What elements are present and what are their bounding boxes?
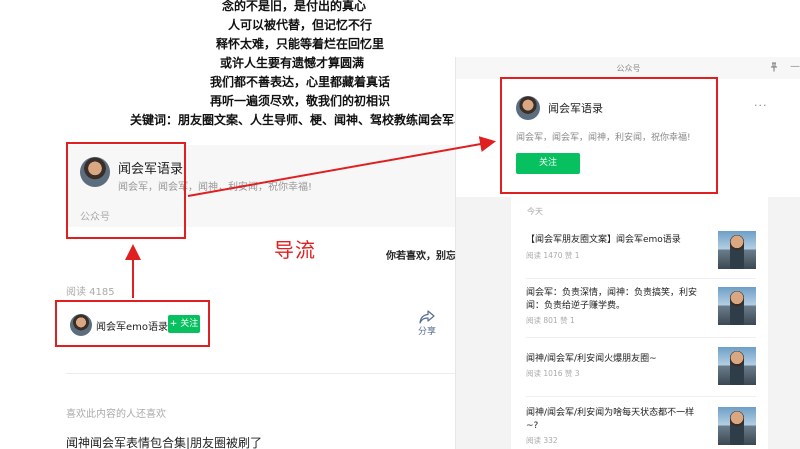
divider	[526, 337, 756, 338]
divider	[66, 373, 466, 374]
divider	[526, 396, 756, 397]
like-prompt-text: 你若喜欢，别忘	[386, 251, 456, 262]
pin-icon[interactable]	[769, 62, 779, 72]
article-keywords: 关键词：朋友圈文案、人生导师、梗、闻神、驾校教练闻会军、e	[130, 113, 475, 127]
list-item-meta: 阅读 332	[526, 436, 558, 445]
minimize-icon[interactable]: —	[790, 61, 800, 72]
list-item[interactable]: 闻会军：负责深情，闻神：负责搞笑，利安闻：负责给逆子赚学费。 阅读 801 赞 …	[526, 287, 756, 327]
article-feed: 今天 【闻会军朋友圈文案】闻会军emo语录 阅读 1470 赞 1 闻会军：负责…	[511, 197, 768, 449]
divider	[526, 278, 756, 279]
share-label: 分享	[417, 327, 436, 337]
list-item-meta: 阅读 1470 赞 1	[526, 251, 580, 260]
highlight-box	[55, 300, 210, 347]
article-line: 再听一遍须尽欢，敬我们的初相识	[210, 94, 391, 108]
read-count: 阅读 4185	[66, 287, 115, 298]
thumbnail	[718, 231, 756, 269]
list-item-meta: 阅读 801 赞 1	[526, 316, 575, 325]
share-icon	[419, 310, 435, 324]
highlight-box	[500, 77, 718, 194]
article-line: 念的不是旧，是付出的真心	[222, 0, 367, 13]
more-icon[interactable]: ···	[754, 99, 768, 112]
article-line: 人可以被代替，但记忆不行	[228, 18, 373, 32]
list-item-title: 【闻会军朋友圈文案】闻会军emo语录	[526, 235, 681, 245]
article-line: 释怀太难，只能等着烂在回忆里	[216, 37, 385, 51]
thumbnail	[718, 347, 756, 385]
section-heading: 喜欢此内容的人还喜欢	[66, 409, 166, 420]
thumbnail	[718, 287, 756, 325]
panel-title: 公众号	[616, 64, 641, 73]
list-item[interactable]: 【闻会军朋友圈文案】闻会军emo语录 阅读 1470 赞 1	[526, 231, 756, 271]
highlight-box	[66, 142, 186, 239]
thumbnail	[718, 407, 756, 445]
list-item[interactable]: 闻神/闻会军/利安闻为啥每天状态都不一样~? 阅读 332	[526, 407, 756, 447]
article-text-lines: 念的不是旧，是付出的真心 人可以被代替，但记忆不行 释怀太难，只能等着烂在回忆里…	[130, 0, 475, 130]
related-article-link[interactable]: 闻神闻会军表情包合集|朋友圈被刷了	[66, 434, 262, 449]
list-item-title: 闻神/闻会军/利安闻为啥每天状态都不一样~?	[526, 408, 695, 431]
date-label: 今天	[527, 207, 543, 216]
list-item[interactable]: 闻神/闻会军/利安闻火爆朋友圈~ 阅读 1016 赞 3	[526, 347, 756, 387]
article-line: 我们都不善表达，心里都藏着真话	[210, 75, 391, 89]
panel-header: 公众号 —	[456, 57, 800, 79]
article-line: 或许人生要有遗憾才算圆满	[220, 56, 365, 70]
list-item-title: 闻会军：负责深情，闻神：负责搞笑，利安闻：负责给逆子赚学费。	[526, 288, 698, 311]
list-item-meta: 阅读 1016 赞 3	[526, 369, 580, 378]
annotation-label: 导流	[274, 238, 316, 262]
share-button[interactable]: 分享	[414, 310, 440, 337]
list-item-title: 闻神/闻会军/利安闻火爆朋友圈~	[526, 354, 657, 364]
